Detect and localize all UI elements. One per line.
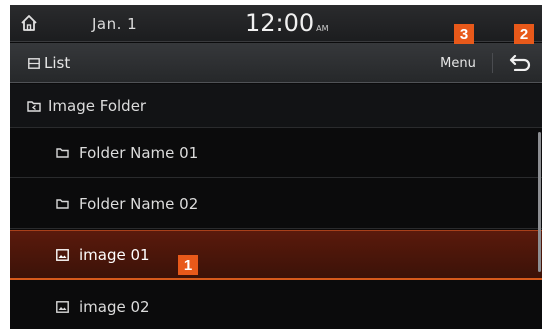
menu-button[interactable]: Menu xyxy=(430,48,486,78)
list-item-label: Folder Name 02 xyxy=(79,194,199,213)
list-item[interactable]: Folder Name 01 xyxy=(10,128,542,178)
list-view-icon xyxy=(28,58,40,69)
list-item-label: image 01 xyxy=(79,245,150,264)
screen: Jan. 1 12:00 AM List Menu Image Folder F… xyxy=(10,5,542,329)
back-button[interactable] xyxy=(500,48,540,78)
clock-ampm: AM xyxy=(316,24,329,33)
clock-display: 12:00 AM xyxy=(245,9,329,37)
title-bar: List Menu xyxy=(10,43,542,83)
clock-time: 12:00 xyxy=(245,9,315,37)
image-file-icon xyxy=(56,301,69,313)
back-arrow-icon xyxy=(509,55,531,71)
date-display: Jan. 1 xyxy=(92,15,138,33)
home-button[interactable] xyxy=(16,11,42,35)
image-file-icon xyxy=(56,248,69,261)
callout-badge-1: 1 xyxy=(178,255,198,275)
folder-icon xyxy=(56,199,69,209)
callout-badge-3: 3 xyxy=(454,24,474,44)
list-item-label: image 02 xyxy=(79,298,150,316)
list-item[interactable]: image 02 xyxy=(10,282,542,329)
home-icon xyxy=(21,15,37,31)
list-item-label: Folder Name 01 xyxy=(79,143,199,162)
page-title: List xyxy=(44,54,71,72)
file-list: Image Folder Folder Name 01 Folder Name … xyxy=(10,84,542,329)
folder-header-label: Image Folder xyxy=(48,96,147,115)
folder-back-icon xyxy=(27,100,41,112)
callout-badge-2: 2 xyxy=(514,24,534,44)
list-scrollbar[interactable] xyxy=(538,132,541,272)
folder-header-row[interactable]: Image Folder xyxy=(10,84,542,128)
folder-icon xyxy=(56,148,69,158)
list-item[interactable]: Folder Name 02 xyxy=(10,179,542,229)
list-item-selected[interactable]: image 01 xyxy=(10,230,542,280)
title-divider xyxy=(492,53,493,73)
